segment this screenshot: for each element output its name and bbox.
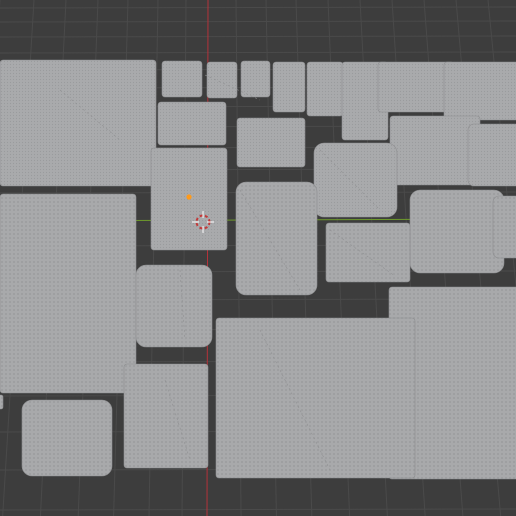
- baseplates-group[interactable]: [0, 59, 516, 480]
- baseplate[interactable]: [0, 59, 157, 187]
- baseplate[interactable]: [236, 117, 306, 168]
- baseplate[interactable]: [206, 61, 238, 99]
- baseplate[interactable]: [215, 317, 416, 479]
- baseplate[interactable]: [377, 61, 455, 113]
- baseplate[interactable]: [467, 123, 516, 187]
- baseplate[interactable]: [443, 61, 516, 121]
- baseplate[interactable]: [135, 264, 213, 348]
- object-origin-icon: [186, 194, 192, 200]
- baseplate[interactable]: [313, 142, 398, 218]
- 3d-viewport[interactable]: [0, 0, 516, 516]
- baseplate[interactable]: [272, 61, 306, 113]
- baseplate[interactable]: [161, 60, 203, 98]
- baseplate[interactable]: [492, 195, 516, 259]
- viewport-scene[interactable]: [0, 0, 516, 516]
- baseplate[interactable]: [389, 115, 481, 186]
- baseplate[interactable]: [325, 222, 411, 283]
- baseplate[interactable]: [235, 181, 318, 296]
- baseplate[interactable]: [409, 189, 505, 274]
- baseplate[interactable]: [0, 394, 4, 410]
- baseplate[interactable]: [240, 60, 271, 98]
- baseplate[interactable]: [157, 101, 227, 146]
- baseplate[interactable]: [306, 61, 344, 117]
- baseplate[interactable]: [123, 363, 209, 469]
- baseplate[interactable]: [21, 399, 113, 477]
- baseplate[interactable]: [0, 193, 137, 394]
